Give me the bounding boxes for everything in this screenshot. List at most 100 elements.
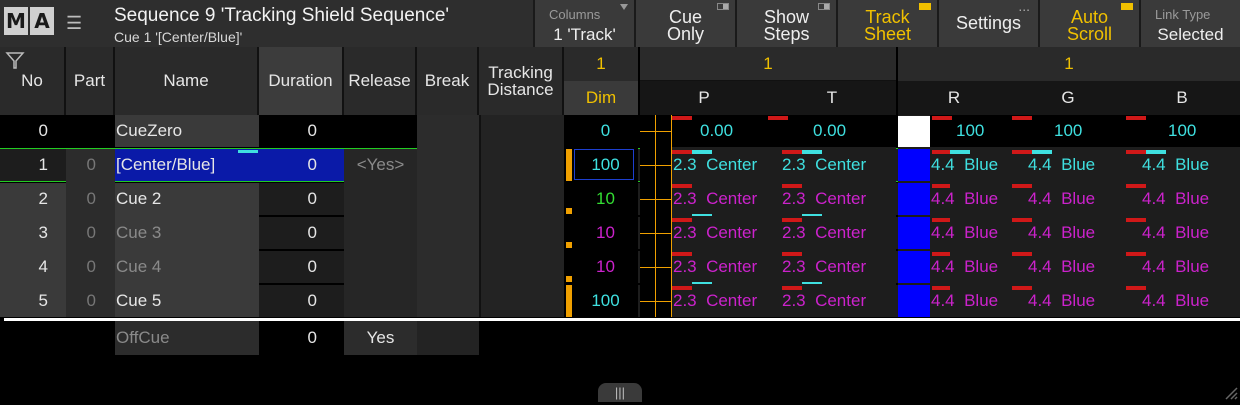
header-tracking-distance-label: Tracking Distance <box>479 64 562 98</box>
cue-number: 5 <box>38 291 48 310</box>
dim-value[interactable]: 100 <box>574 149 637 181</box>
value-marker <box>1126 252 1146 256</box>
header-name[interactable]: Name <box>115 47 259 115</box>
attr-header-pan[interactable]: P <box>672 81 736 115</box>
value-marker <box>1012 218 1032 222</box>
value-marker <box>1126 150 1146 154</box>
green-value[interactable]: 4.4 Blue <box>1028 217 1095 249</box>
color-swatch-blue <box>898 183 930 215</box>
menu-list-icon[interactable]: ☰ <box>66 14 86 32</box>
value-marker <box>672 252 692 256</box>
value-marker <box>692 282 712 284</box>
cue-duration[interactable]: 0 <box>259 149 344 181</box>
value-marker <box>1126 116 1146 120</box>
value-marker <box>1126 184 1146 188</box>
track-sheet-label-2: Sheet <box>863 24 912 44</box>
value-marker <box>782 286 802 290</box>
header-break[interactable]: Break <box>417 47 479 115</box>
link-type-caption: Link Type <box>1155 7 1211 22</box>
columns-caption: Columns <box>549 7 601 22</box>
fixture-id-position: 1 <box>640 47 896 81</box>
dim-value[interactable]: 10 <box>574 217 637 249</box>
tilt-value[interactable]: 0.00 <box>813 115 846 147</box>
cue-name[interactable]: [Center/Blue] <box>115 149 259 181</box>
columns-selector[interactable]: Columns 1 'Track' <box>533 0 634 47</box>
blue-value[interactable]: 4.4 Blue <box>1142 183 1209 215</box>
cue-duration[interactable]: 0 <box>259 285 344 317</box>
offcue-duration[interactable]: 0 <box>259 322 344 354</box>
green-value[interactable]: 4.4 Blue <box>1028 251 1095 283</box>
cue-name[interactable]: Cue 5 <box>115 285 259 317</box>
header-tracking-distance[interactable]: Tracking Distance <box>479 47 564 115</box>
color-swatch-blue <box>898 149 930 181</box>
header-duration[interactable]: Duration <box>259 47 344 115</box>
green-value[interactable]: 4.4 Blue <box>1028 285 1095 317</box>
offcue-name[interactable]: OffCue <box>115 322 259 354</box>
header-release[interactable]: Release <box>344 47 417 115</box>
blue-value[interactable]: 100 <box>1168 115 1196 147</box>
header-break-label: Break <box>424 71 470 90</box>
value-marker <box>1146 150 1166 154</box>
offcue-break-bg <box>417 321 479 355</box>
cue-duration[interactable]: 0 <box>259 183 344 215</box>
current-cue-label: Cue 1 '[Center/Blue]' <box>114 29 243 45</box>
attr-header-red[interactable]: R <box>922 81 986 115</box>
value-marker <box>932 286 950 290</box>
cue-part: 0 <box>86 223 96 242</box>
dim-level-bar <box>566 208 572 214</box>
cue-part: 0 <box>86 291 96 310</box>
cue-release[interactable]: <Yes> <box>344 149 417 181</box>
dim-value[interactable]: 0 <box>574 115 637 147</box>
track-sheet-button[interactable]: Track Sheet <box>836 0 937 47</box>
resize-handle-icon[interactable]: ||| <box>598 383 642 402</box>
attr-header-tilt[interactable]: T <box>800 81 864 115</box>
cue-duration[interactable]: 0 <box>259 251 344 283</box>
cue-only-button[interactable]: Cue Only <box>634 0 735 47</box>
dim-value[interactable]: 10 <box>574 183 637 215</box>
blue-value[interactable]: 4.4 Blue <box>1142 217 1209 249</box>
attr-header-green[interactable]: G <box>1036 81 1100 115</box>
cue-duration[interactable]: 0 <box>259 217 344 249</box>
value-marker <box>1032 150 1052 154</box>
offcue-release[interactable]: Yes <box>344 322 417 354</box>
link-type-value: Selected <box>1157 25 1224 44</box>
filter-icon[interactable] <box>5 51 25 71</box>
red-value[interactable]: 100 <box>956 115 984 147</box>
color-swatch-blue <box>898 285 930 317</box>
dim-level-bar <box>566 149 572 181</box>
blue-value[interactable]: 4.4 Blue <box>1142 251 1209 283</box>
cue-name[interactable]: Cue 4 <box>115 251 259 283</box>
cue-number: 1 <box>38 155 48 174</box>
header-td-line-2: Distance <box>487 80 554 99</box>
value-marker <box>692 214 712 216</box>
cue-part: 0 <box>86 155 96 174</box>
attr-header-dim[interactable]: Dim <box>564 81 638 115</box>
settings-label: Settings <box>955 13 1022 33</box>
corner-resize-icon[interactable] <box>1222 384 1238 400</box>
cue-name[interactable]: Cue 2 <box>115 183 259 215</box>
cue-number: 2 <box>38 189 48 208</box>
header-no[interactable]: No <box>0 47 66 115</box>
value-marker <box>802 214 822 216</box>
blue-value[interactable]: 4.4 Blue <box>1142 285 1209 317</box>
settings-button[interactable]: ... Settings <box>937 0 1038 47</box>
columns-value: 1 'Track' <box>553 25 616 44</box>
cue-name[interactable]: CueZero <box>115 115 259 147</box>
value-marker <box>672 286 692 290</box>
sequence-title: Sequence 9 'Tracking Shield Sequence' <box>114 5 450 26</box>
header-part[interactable]: Part <box>66 47 115 115</box>
show-steps-button[interactable]: Show Steps <box>735 0 836 47</box>
cue-duration[interactable]: 0 <box>259 115 344 147</box>
dim-value[interactable]: 10 <box>574 251 637 283</box>
green-value[interactable]: 100 <box>1054 115 1082 147</box>
cue-name[interactable]: Cue 3 <box>115 217 259 249</box>
value-marker <box>932 184 950 188</box>
dim-value[interactable]: 100 <box>574 285 637 317</box>
color-swatch-white <box>898 116 930 147</box>
auto-scroll-button[interactable]: Auto Scroll <box>1038 0 1139 47</box>
link-type-selector[interactable]: Link Type Selected <box>1139 0 1240 47</box>
pan-value[interactable]: 0.00 <box>700 115 733 147</box>
attr-header-blue[interactable]: B <box>1150 81 1214 115</box>
green-value[interactable]: 4.4 Blue <box>1028 183 1095 215</box>
break-column-tint <box>417 115 479 317</box>
